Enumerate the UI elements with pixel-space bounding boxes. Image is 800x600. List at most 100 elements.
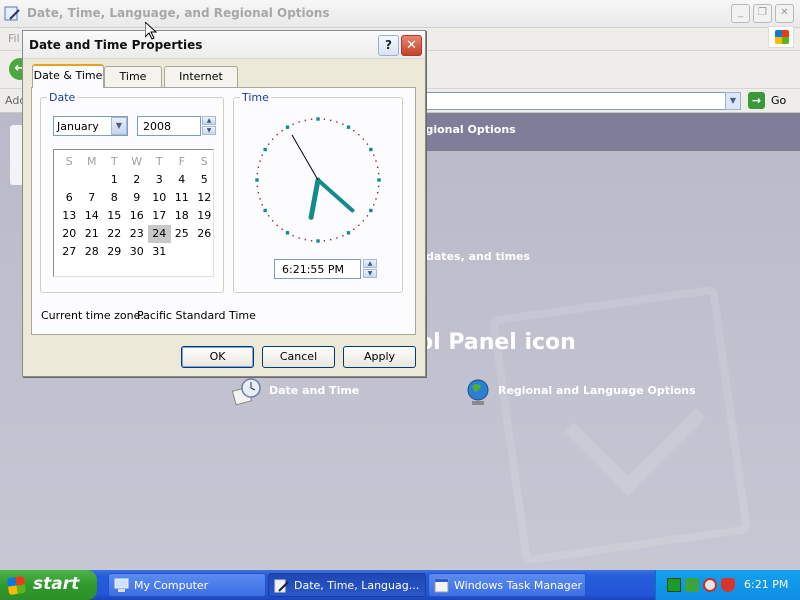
task-link-text[interactable]: , dates, and times — [418, 250, 530, 263]
day-cell[interactable]: 22 — [103, 225, 126, 243]
year-field[interactable]: 2008 — [137, 116, 201, 136]
date-and-time-item[interactable]: Date and Time — [232, 377, 372, 407]
day-cell[interactable]: 4 — [171, 171, 194, 189]
security-alert-icon[interactable] — [703, 578, 717, 592]
day-cell[interactable] — [171, 243, 194, 261]
minute-marker — [342, 235, 344, 237]
taskbar-item-task-manager[interactable]: Windows Task Manager — [428, 573, 586, 597]
regional-language-item[interactable]: Regional and Language Options — [464, 377, 696, 407]
taskbar-item-label: Date, Time, Languag... — [294, 579, 420, 592]
chevron-down-icon[interactable]: ▼ — [111, 117, 127, 135]
week-row: 20 21 22 23 24 25 26 — [58, 225, 216, 243]
day-cell[interactable]: 6 — [58, 189, 81, 207]
day-cell[interactable]: 2 — [126, 171, 149, 189]
day-cell[interactable]: 13 — [58, 207, 81, 225]
tab-time-zone[interactable]: Time Zone — [104, 66, 162, 102]
day-cell[interactable] — [193, 243, 216, 261]
help-button[interactable]: ? — [378, 35, 399, 56]
day-cell[interactable] — [58, 171, 81, 189]
day-cell[interactable]: 8 — [103, 189, 126, 207]
day-cell[interactable]: 19 — [193, 207, 216, 225]
apply-button[interactable]: Apply — [343, 346, 416, 368]
windows-flag-icon — [6, 575, 27, 596]
time-up-arrow-icon[interactable]: ▲ — [363, 259, 377, 268]
date-time-icon — [232, 378, 261, 406]
minute-marker — [261, 154, 263, 156]
day-cell[interactable]: 14 — [81, 207, 104, 225]
minute-marker — [362, 138, 365, 140]
taskbar-item-date-time[interactable]: Date, Time, Languag... — [268, 573, 426, 597]
date-time-properties-dialog: Date and Time Properties ? ✕ Date & Time… — [22, 30, 426, 377]
minute-marker — [323, 239, 326, 242]
day-cell[interactable]: 3 — [148, 171, 171, 189]
minute-marker — [373, 154, 375, 156]
day-cell[interactable]: 17 — [148, 207, 171, 225]
day-cell[interactable]: 18 — [171, 207, 194, 225]
go-button[interactable]: → Go — [748, 92, 792, 110]
tab-date-time[interactable]: Date & Time — [32, 64, 104, 88]
shield-icon[interactable] — [721, 578, 735, 592]
minute-marker — [323, 118, 326, 121]
time-down-arrow-icon[interactable]: ▼ — [363, 269, 377, 278]
network-icon[interactable] — [685, 578, 699, 592]
file-menu[interactable]: Fil — [8, 32, 20, 45]
month-select[interactable]: January ▼ — [53, 116, 128, 136]
minute-marker — [271, 220, 274, 222]
cpu-meter-icon[interactable] — [667, 578, 681, 592]
taskbar-item-my-computer[interactable]: My Computer — [108, 573, 266, 597]
minute-marker — [358, 133, 360, 136]
start-button[interactable]: start — [0, 570, 97, 600]
day-cell[interactable] — [81, 171, 104, 189]
maximize-button[interactable]: ❐ — [753, 4, 772, 23]
address-dropdown-button[interactable]: ▼ — [725, 92, 741, 110]
ok-button[interactable]: OK — [181, 346, 254, 368]
cancel-button[interactable]: Cancel — [262, 346, 335, 368]
time-field[interactable]: 6:21:55 PM — [274, 259, 361, 279]
address-input[interactable] — [410, 92, 740, 110]
selected-day-cell[interactable]: 24 — [148, 225, 171, 243]
minute-marker — [336, 121, 338, 123]
minimize-button[interactable]: _ — [731, 4, 750, 23]
taskbar-item-label: My Computer — [134, 579, 209, 592]
minute-marker — [292, 235, 294, 237]
hour-marker — [369, 147, 373, 152]
day-cell[interactable]: 21 — [81, 225, 104, 243]
start-label: start — [33, 574, 80, 594]
tab-internet-time[interactable]: Internet Time — [164, 66, 238, 102]
year-up-arrow-icon[interactable]: ▲ — [202, 116, 216, 125]
day-cell[interactable]: 31 — [148, 243, 171, 261]
day-cell[interactable]: 20 — [58, 225, 81, 243]
tray-clock[interactable]: 6:21 PM — [744, 578, 788, 591]
day-cell[interactable]: 29 — [103, 243, 126, 261]
day-cell[interactable]: 1 — [103, 171, 126, 189]
minute-marker — [298, 121, 300, 123]
day-cell[interactable]: 9 — [126, 189, 149, 207]
day-header: S — [200, 155, 208, 168]
day-cell[interactable]: 28 — [81, 243, 104, 261]
day-cell[interactable]: 12 — [193, 189, 216, 207]
taskbar-item-label: Windows Task Manager — [454, 579, 583, 592]
day-cell[interactable]: 25 — [171, 225, 194, 243]
day-cell[interactable]: 16 — [126, 207, 149, 225]
dialog-close-button[interactable]: ✕ — [401, 35, 422, 56]
day-cell[interactable]: 5 — [193, 171, 216, 189]
day-cell[interactable]: 15 — [103, 207, 126, 225]
day-cell[interactable]: 10 — [148, 189, 171, 207]
close-button[interactable]: ✕ — [775, 4, 794, 23]
minute-marker — [377, 185, 380, 188]
day-cell[interactable]: 30 — [126, 243, 149, 261]
minute-marker — [366, 215, 369, 217]
minute-hand — [316, 178, 355, 213]
minute-marker — [281, 228, 283, 231]
day-cell[interactable]: 27 — [58, 243, 81, 261]
day-cell[interactable]: 23 — [126, 225, 149, 243]
background-title-bar: Date, Time, Language, and Regional Optio… — [0, 0, 800, 28]
day-cell[interactable]: 26 — [193, 225, 216, 243]
background-window-title: Date, Time, Language, and Regional Optio… — [27, 6, 330, 20]
minute-marker — [342, 123, 344, 125]
year-down-arrow-icon[interactable]: ▼ — [202, 126, 216, 135]
day-cell[interactable]: 7 — [81, 189, 104, 207]
hour-marker — [255, 178, 259, 182]
minute-marker — [353, 129, 355, 132]
day-cell[interactable]: 11 — [171, 189, 194, 207]
